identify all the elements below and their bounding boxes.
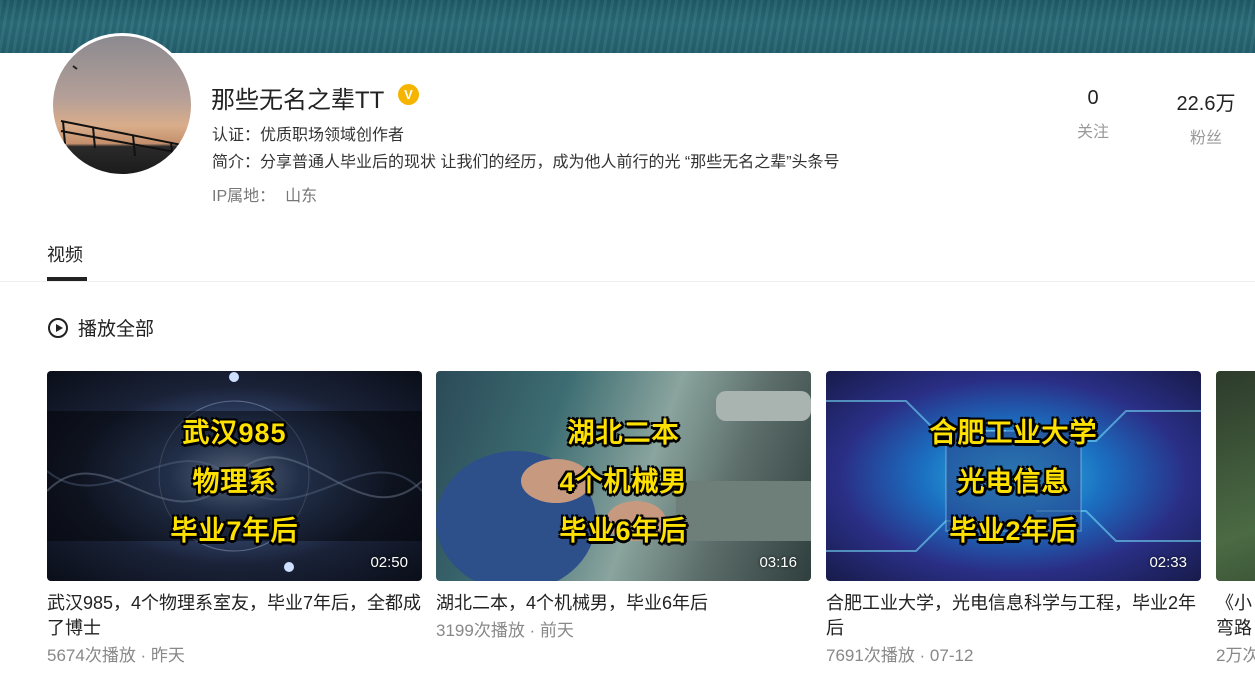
profile-name: 那些无名之辈TT (211, 87, 385, 114)
thumbnail-line-2: 物理系 (192, 467, 277, 497)
video-thumbnail[interactable]: 合肥工业大学 光电信息 毕业2年后 02:33 (826, 371, 1201, 581)
play-all-button[interactable]: 播放全部 (48, 314, 154, 341)
video-meta: 5674次播放 · 昨天 (47, 646, 185, 665)
thumbnail-line-3: 毕业2年后 (949, 516, 1078, 546)
video-meta: 3199次播放 · 前天 (436, 621, 574, 640)
play-all-label: 播放全部 (78, 319, 155, 340)
fans-stat[interactable]: 22.6万 粉丝 (1166, 87, 1246, 148)
video-card[interactable]: 湖北二本 4个机械男 毕业6年后 03:16 湖北二本，4个机械男，毕业6年后 … (436, 371, 811, 641)
video-duration: 02:50 (370, 554, 408, 571)
verified-badge-icon: V (398, 84, 419, 105)
video-title[interactable]: 武汉985，4个物理系室友，毕业7年后，全都成了博士 (47, 591, 422, 641)
video-card[interactable]: 武汉985 物理系 毕业7年后 02:50 武汉985，4个物理系室友，毕业7年… (47, 371, 422, 666)
thumbnail-line-3: 毕业7年后 (170, 516, 299, 546)
video-title[interactable]: 合肥工业大学，光电信息科学与工程，毕业2年后 (826, 591, 1201, 641)
thumbnail-line-1: 武汉985 (182, 418, 287, 448)
thumbnail-line-3: 毕业6年后 (559, 516, 688, 546)
video-card[interactable]: 合肥工业大学 光电信息 毕业2年后 02:33 合肥工业大学，光电信息科学与工程… (826, 371, 1201, 666)
following-label: 关注 (1076, 124, 1109, 141)
video-thumbnail[interactable]: 湖北二本 4个机械男 毕业6年后 03:16 (436, 371, 811, 581)
thumbnail-line-1: 湖北二本 (567, 418, 680, 448)
avatar[interactable] (50, 33, 194, 177)
certification-text: 认证：优质职场领域创作者 (212, 127, 405, 144)
ip-value: 山东 (285, 188, 318, 205)
video-duration: 03:16 (759, 554, 797, 571)
video-meta: 7691次播放 · 07-12 (826, 646, 974, 665)
video-duration: 02:33 (1149, 554, 1187, 571)
fans-count: 22.6万 (1176, 93, 1236, 115)
fans-label: 粉丝 (1189, 130, 1222, 147)
thumbnail-line-2: 光电信息 (957, 467, 1070, 497)
video-title[interactable]: 《小 弯路 (1216, 591, 1255, 641)
video-card[interactable]: 《小 弯路 2万次 (1216, 371, 1255, 666)
video-thumbnail[interactable] (1216, 371, 1255, 581)
following-count: 0 (1087, 87, 1099, 109)
play-circle-icon (48, 317, 68, 338)
bio-text: 简介：分享普通人毕业后的现状 让我们的经历，成为他人前行的光 “那些无名之辈”头… (212, 154, 840, 171)
ip-label: IP属地： (212, 188, 276, 205)
ip-location: IP属地： 山东 (212, 182, 317, 206)
following-stat[interactable]: 0 关注 (1063, 87, 1123, 142)
avatar-image (60, 65, 191, 163)
thumbnail-line-2: 4个机械男 (559, 467, 688, 497)
video-thumbnail[interactable]: 武汉985 物理系 毕业7年后 02:50 (47, 371, 422, 581)
video-meta: 2万次 (1216, 646, 1255, 665)
tab-videos[interactable]: 视频 (47, 241, 83, 267)
tab-divider (0, 281, 1255, 282)
video-title[interactable]: 湖北二本，4个机械男，毕业6年后 (436, 591, 811, 616)
thumbnail-line-1: 合肥工业大学 (929, 418, 1098, 448)
